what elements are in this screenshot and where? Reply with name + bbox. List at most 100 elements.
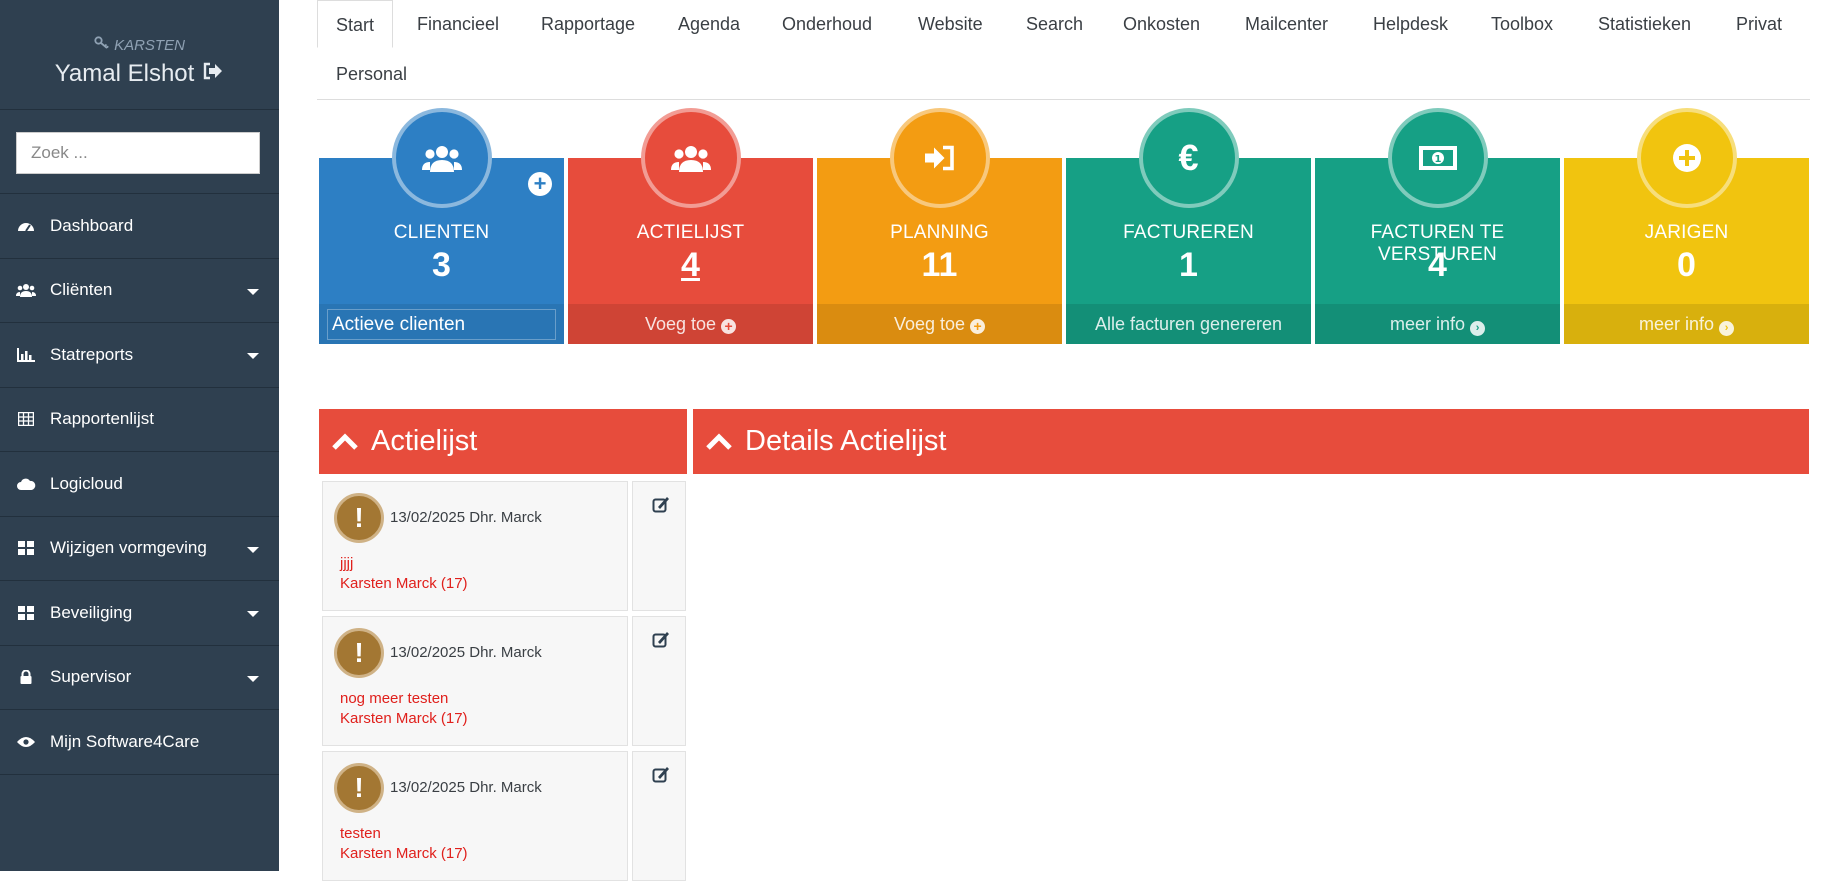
users-icon: [391, 108, 492, 208]
tile-footer[interactable]: meer info ›: [1564, 304, 1809, 344]
client-filter-select[interactable]: Actieve clienten: [327, 309, 556, 340]
action-item[interactable]: ! 13/02/2025 Dhr. Marck testen Karsten M…: [322, 751, 628, 881]
tile-jarigen[interactable]: JARIGEN 0 meer info ›: [1564, 108, 1809, 344]
dashboard-icon: [16, 218, 36, 234]
tab-onderhoud[interactable]: Onderhoud: [782, 0, 872, 48]
grid-icon: [16, 540, 36, 556]
action-item[interactable]: ! 13/02/2025 Dhr. Marck nog meer testen …: [322, 616, 628, 746]
sidebar-item-label: Rapportenlijst: [50, 409, 154, 429]
tab-agenda[interactable]: Agenda: [678, 0, 740, 48]
sidebar-item-clienten[interactable]: Cliënten: [0, 259, 279, 323]
tab-financieel[interactable]: Financieel: [417, 0, 499, 48]
add-client-icon[interactable]: +: [528, 172, 552, 196]
caret-down-icon: [247, 675, 259, 682]
tile-footer-label: meer info: [1638, 314, 1715, 334]
action-date-person: 13/02/2025 Dhr. Marck: [390, 509, 542, 526]
tile-label: FACTUREREN: [1123, 222, 1254, 243]
caret-down-icon: [247, 353, 259, 359]
key-icon: [94, 36, 110, 54]
arrow-circle-right-icon: ›: [1719, 321, 1735, 336]
caret-down-icon: [247, 546, 259, 553]
users-icon: [640, 108, 741, 208]
tile-footer[interactable]: Voeg toe +: [817, 304, 1062, 344]
sidebar-item-beveiliging[interactable]: Beveiliging: [0, 581, 279, 646]
exclamation-icon: !: [334, 628, 384, 678]
tile-value: 11: [921, 246, 958, 284]
tab-toolbox[interactable]: Toolbox: [1491, 0, 1553, 48]
panel-title: Actielijst: [371, 425, 478, 457]
user-role: KARSTEN: [0, 36, 279, 54]
tile-footer-label: meer info: [1389, 314, 1466, 334]
logout-icon[interactable]: [202, 60, 224, 88]
svg-text:1: 1: [1434, 154, 1441, 165]
tab-mailcenter[interactable]: Mailcenter: [1245, 0, 1328, 48]
tile-factureren[interactable]: € FACTUREREN 1 Alle facturen genereren: [1066, 108, 1311, 344]
edit-icon[interactable]: [652, 766, 670, 784]
tab-helpdesk[interactable]: Helpdesk: [1373, 0, 1448, 48]
user-name-label: Yamal Elshot: [54, 60, 195, 87]
tab-start[interactable]: Start: [317, 0, 394, 48]
tab-website[interactable]: Website: [918, 0, 983, 48]
action-client: Karsten Marck (17): [340, 575, 468, 592]
sidebar-item-label: Statreports: [50, 344, 134, 364]
sidebar-item-label: Mijn Software4Care: [50, 731, 200, 751]
sidebar-item-statreports[interactable]: Statreports: [0, 323, 279, 388]
action-text: jjjj: [340, 555, 354, 572]
plus-circle-icon: [1636, 108, 1737, 208]
tile-footer: Actieve clienten: [319, 304, 564, 344]
sidebar-item-wijzigen-vormgeving[interactable]: Wijzigen vormgeving: [0, 517, 279, 581]
tile-facturen-te-versturen[interactable]: 1 FACTUREN TE VERSTUREN 4 meer info ›: [1315, 108, 1560, 344]
tile-actielijst[interactable]: ACTIELIJST 4 Voeg toe +: [568, 108, 813, 344]
tile-value: 1: [1179, 246, 1198, 284]
lock-icon: [16, 669, 36, 685]
edit-icon[interactable]: [652, 631, 670, 649]
action-date-person: 13/02/2025 Dhr. Marck: [390, 644, 542, 661]
tile-label: PLANNING: [890, 222, 989, 243]
sidebar-item-label: Logicloud: [50, 473, 123, 493]
tile-planning[interactable]: PLANNING 11 Voeg toe +: [817, 108, 1062, 344]
exclamation-icon: !: [334, 493, 384, 543]
tile-label: CLIENTEN: [393, 222, 490, 243]
main-content: Start Financieel Rapportage Agenda Onder…: [317, 0, 1810, 881]
tile-footer[interactable]: Alle facturen genereren: [1066, 304, 1311, 344]
tile-value: 0: [1677, 246, 1696, 284]
sidebar-item-label: Beveiliging: [50, 602, 133, 622]
tile-value: 4: [1428, 246, 1447, 284]
sidebar-item-dashboard[interactable]: Dashboard: [0, 194, 279, 259]
user-role-label: KARSTEN: [114, 36, 185, 54]
sidebar-item-label: Supervisor: [50, 667, 132, 687]
cloud-icon: [16, 476, 36, 492]
caret-down-icon: [247, 611, 259, 617]
actielijst-panel-header[interactable]: Actielijst: [319, 409, 687, 474]
tile-footer[interactable]: Voeg toe +: [568, 304, 813, 344]
euro-icon: €: [1138, 108, 1239, 208]
action-text: nog meer testen: [340, 690, 449, 707]
tab-personal[interactable]: Personal: [336, 50, 407, 98]
tab-onkosten[interactable]: Onkosten: [1123, 0, 1200, 48]
tab-privat[interactable]: Privat: [1736, 0, 1782, 48]
tile-value-link[interactable]: 4: [568, 246, 813, 285]
sidebar-item-supervisor[interactable]: Supervisor: [0, 646, 279, 710]
sidebar: KARSTEN Yamal Elshot Dashboard Cliënten …: [0, 0, 279, 871]
tile-label: ACTIELIJST: [636, 222, 745, 243]
tab-rapportage[interactable]: Rapportage: [541, 0, 635, 48]
sidebar-item-mijn-software4care[interactable]: Mijn Software4Care: [0, 710, 279, 775]
users-icon: [16, 282, 36, 298]
tab-statistieken[interactable]: Statistieken: [1598, 0, 1691, 48]
tab-search[interactable]: Search: [1026, 0, 1083, 48]
action-text: testen: [340, 825, 381, 842]
tile-clienten[interactable]: + CLIENTEN 3 Actieve clienten: [319, 108, 564, 344]
action-item[interactable]: ! 13/02/2025 Dhr. Marck jjjj Karsten Mar…: [322, 481, 628, 611]
tile-footer[interactable]: meer info ›: [1315, 304, 1560, 344]
action-edit-cell: [632, 751, 686, 881]
sidebar-item-logicloud[interactable]: Logicloud: [0, 452, 279, 517]
action-date-person: 13/02/2025 Dhr. Marck: [390, 779, 542, 796]
tile-footer-label: Voeg toe: [893, 314, 966, 334]
arrow-circle-right-icon: ›: [1470, 321, 1486, 336]
sidebar-item-label: Dashboard: [50, 215, 134, 235]
grid-icon: [16, 605, 36, 621]
search-input[interactable]: [16, 132, 260, 174]
edit-icon[interactable]: [652, 496, 670, 514]
details-panel-header[interactable]: Details Actielijst: [693, 409, 1809, 474]
sidebar-item-rapportenlijst[interactable]: Rapportenlijst: [0, 388, 279, 452]
